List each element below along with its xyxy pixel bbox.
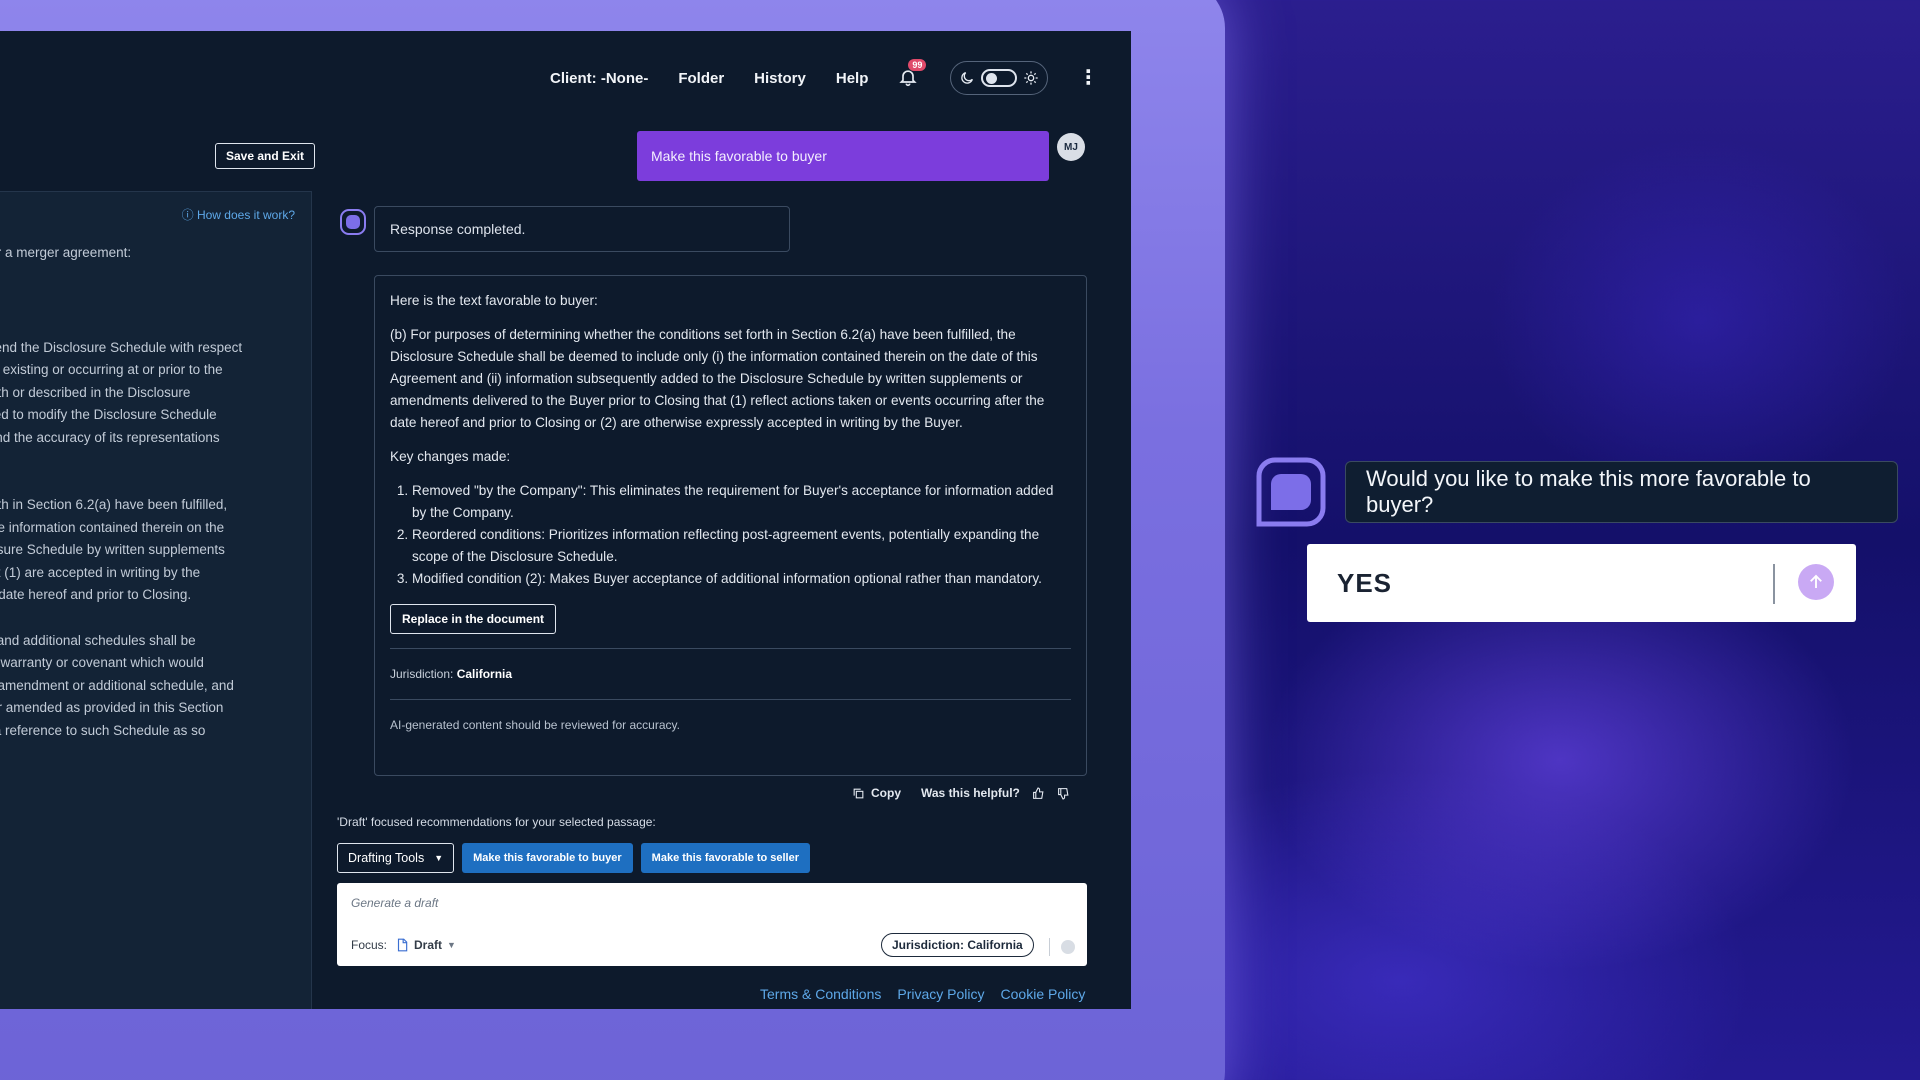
divider xyxy=(1049,938,1050,956)
drafting-tools-dropdown[interactable]: Drafting Tools ▼ xyxy=(337,843,455,873)
nav-folder[interactable]: Folder xyxy=(678,70,724,87)
doc-line: er the date hereof and prior to Closing. xyxy=(0,587,192,602)
doc-line: nted or amended as provided in this Sect… xyxy=(0,700,224,715)
doc-line: or amend the Disclosure Schedule with re… xyxy=(0,339,243,355)
send-button[interactable] xyxy=(1061,940,1075,954)
assistant-response: Here is the text favorable to buyer: (b)… xyxy=(374,275,1087,776)
sun-icon xyxy=(1024,71,1039,85)
prompt-input[interactable]: Generate a draft xyxy=(351,896,438,910)
divider xyxy=(390,648,1071,649)
theme-toggle[interactable] xyxy=(950,61,1049,95)
doc-line: use for a merger agreement: xyxy=(0,245,132,260)
response-status: Response completed. xyxy=(374,206,790,252)
avatar[interactable]: MJ xyxy=(1057,133,1085,161)
thumbs-up-icon[interactable] xyxy=(1032,787,1045,800)
save-and-exit-button[interactable]: Save and Exit xyxy=(215,143,316,169)
privacy-link[interactable]: Privacy Policy xyxy=(897,986,984,1002)
document-pane: ⓘ How does it work? use for a merger agr… xyxy=(0,191,312,1009)
list-item: Removed "by the Company": This eliminate… xyxy=(412,480,1071,524)
assistant-icon xyxy=(340,209,366,235)
copy-icon xyxy=(853,788,864,798)
how-does-it-work-link[interactable]: ⓘ How does it work? xyxy=(182,206,295,223)
list-item: Modified condition (2): Makes Buyer acce… xyxy=(412,568,1071,590)
assistant-icon xyxy=(1256,457,1326,527)
focus-dropdown[interactable]: Draft ▼ xyxy=(395,938,456,952)
copy-button[interactable]: Copy xyxy=(852,786,901,800)
list-item: Reordered conditions: Prioritizes inform… xyxy=(412,524,1071,568)
changes-title: Key changes made: xyxy=(390,449,511,464)
response-body: (b) For purposes of determining whether … xyxy=(390,327,1045,430)
changes-list: Removed "by the Company": This eliminate… xyxy=(390,480,1071,590)
jurisdiction-pill[interactable]: Jurisdiction: California xyxy=(881,933,1034,957)
overlay-question: Would you like to make this more favorab… xyxy=(1345,461,1898,523)
document-icon xyxy=(397,938,408,952)
helpful-label: Was this helpful? xyxy=(921,786,1020,800)
doc-line: Disclosure Schedule by written supplemen… xyxy=(0,542,225,557)
cookie-link[interactable]: Cookie Policy xyxy=(1001,986,1086,1002)
more-options-icon[interactable]: ⋮ xyxy=(1078,68,1098,88)
app-screen: Client: -None- Folder History Help 99 ⋮ … xyxy=(0,31,1131,1009)
favorable-to-buyer-button[interactable]: Make this favorable to buyer xyxy=(462,843,633,873)
device-frame: Client: -None- Folder History Help 99 ⋮ … xyxy=(0,0,1225,1080)
tool-row: Drafting Tools ▼ Make this favorable to … xyxy=(337,843,811,873)
text-cursor xyxy=(1773,564,1775,604)
answer-value: YES xyxy=(1337,568,1393,598)
thumbs-down-icon[interactable] xyxy=(1057,787,1070,800)
replace-in-document-button[interactable]: Replace in the document xyxy=(390,604,557,634)
chevron-down-icon: ▼ xyxy=(434,853,444,863)
doc-line: ny that (1) are accepted in writing by t… xyxy=(0,564,201,580)
arrow-up-icon xyxy=(1810,574,1822,588)
feedback-bar: Copy Was this helpful? xyxy=(852,786,1070,800)
jurisdiction-info: Jurisdiction: California xyxy=(390,667,513,681)
chevron-down-icon: ▼ xyxy=(447,940,456,950)
document-text: use for a merger agreement: or amend the… xyxy=(0,242,300,742)
doc-line: tation, warranty or covenant which would xyxy=(0,655,204,670)
doc-line: to be a reference to such Schedule as so xyxy=(0,722,206,738)
top-nav: Client: -None- Folder History Help 99 ⋮ xyxy=(550,59,1098,95)
nav-help[interactable]: Help xyxy=(836,70,869,87)
notifications-button[interactable]: 99 xyxy=(898,59,927,89)
divider xyxy=(390,699,1071,700)
notification-badge: 99 xyxy=(908,59,927,71)
focus-selector: Focus: Draft ▼ xyxy=(351,938,456,952)
doc-line: nents and additional schedules shall be xyxy=(0,632,196,648)
response-intro: Here is the text favorable to buyer: xyxy=(390,293,598,308)
user-message: Make this favorable to buyer xyxy=(637,131,1049,181)
send-button[interactable] xyxy=(1798,564,1834,600)
doc-line: set forth in Section 6.2(a) have been fu… xyxy=(0,497,228,512)
doc-line: deemed to modify the Disclosure Schedule xyxy=(0,407,217,422)
nav-client[interactable]: Client: -None- xyxy=(550,70,648,87)
terms-link[interactable]: Terms & Conditions xyxy=(760,986,881,1002)
doc-line: with and the accuracy of its representat… xyxy=(0,429,220,445)
favorable-to-seller-button[interactable]: Make this favorable to seller xyxy=(640,843,811,873)
draft-recommendations-note: 'Draft' focused recommendations for your… xyxy=(337,815,656,829)
ai-disclaimer: AI-generated content should be reviewed … xyxy=(390,718,680,732)
prompt-composer[interactable]: Generate a draft Focus: Draft ▼ Jurisdic… xyxy=(337,883,1087,966)
footer-links: Terms & Conditions Privacy Policy Cookie… xyxy=(760,986,1085,1002)
doc-line: hich, if existing or occurring at or pri… xyxy=(0,362,223,377)
doc-line: y (i) the information contained therein … xyxy=(0,519,225,535)
doc-line: set forth or described in the Disclosure xyxy=(0,384,191,400)
overlay-answer-input[interactable]: YES xyxy=(1307,544,1856,622)
nav-history[interactable]: History xyxy=(754,70,806,87)
theme-switch[interactable] xyxy=(981,69,1018,87)
doc-line: ment, amendment or additional schedule, … xyxy=(0,677,234,693)
moon-icon xyxy=(961,72,974,84)
